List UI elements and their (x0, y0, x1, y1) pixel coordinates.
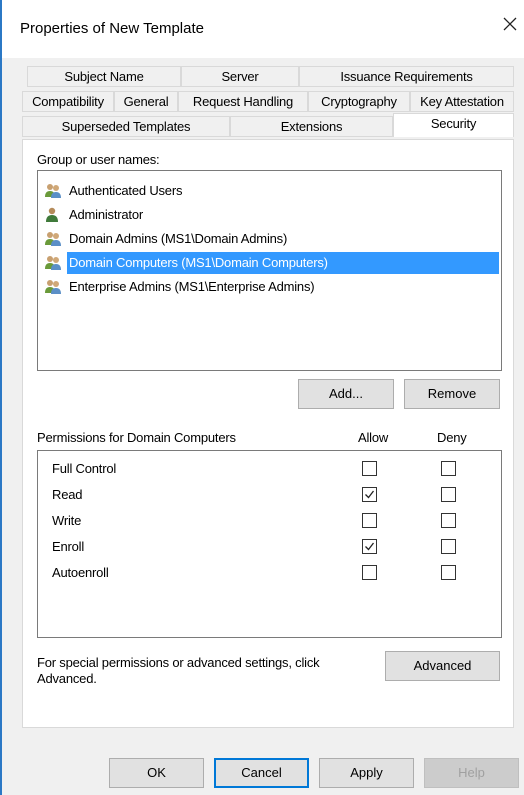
tab-superseded-templates[interactable]: Superseded Templates (22, 116, 230, 137)
permissions-list: Full Control Read Write Enroll Autoenrol… (37, 450, 502, 638)
title-bar: Properties of New Template (2, 0, 524, 58)
tab-issuance-requirements[interactable]: Issuance Requirements (299, 66, 514, 87)
checkmark-icon (365, 490, 375, 499)
permission-row: Read (38, 483, 501, 509)
advanced-hint-line1: For special permissions or advanced sett… (37, 655, 320, 670)
permission-row: Full Control (38, 457, 501, 483)
tab-request-handling[interactable]: Request Handling (178, 91, 308, 112)
user-name: Domain Admins (MS1\Domain Admins) (69, 231, 288, 246)
tab-key-attestation[interactable]: Key Attestation (410, 91, 514, 112)
permission-name: Read (52, 487, 83, 502)
list-item[interactable]: Administrator (44, 204, 501, 226)
permission-row: Autoenroll (38, 561, 501, 587)
user-name: Authenticated Users (69, 183, 183, 198)
deny-checkbox[interactable] (441, 487, 456, 502)
checkmark-icon (365, 542, 375, 551)
allow-checkbox[interactable] (362, 487, 377, 502)
user-name: Administrator (69, 207, 143, 222)
group-icon (44, 183, 62, 199)
tab-compatibility[interactable]: Compatibility (22, 91, 114, 112)
list-item[interactable]: Enterprise Admins (MS1\Enterprise Admins… (44, 276, 501, 298)
tab-security[interactable]: Security (393, 113, 514, 137)
list-item[interactable]: Authenticated Users (44, 180, 501, 202)
deny-column-header: Deny (437, 430, 467, 445)
remove-button[interactable]: Remove (404, 379, 500, 409)
deny-checkbox[interactable] (441, 461, 456, 476)
tab-server[interactable]: Server (181, 66, 299, 87)
group-icon (44, 255, 62, 271)
user-icon (44, 207, 62, 223)
allow-checkbox[interactable] (362, 565, 377, 580)
permissions-label: Permissions for Domain Computers (37, 430, 236, 445)
permission-name: Write (52, 513, 82, 528)
ok-button[interactable]: OK (109, 758, 204, 788)
permission-row: Write (38, 509, 501, 535)
permission-row: Enroll (38, 535, 501, 561)
apply-button[interactable]: Apply (319, 758, 414, 788)
permission-name: Enroll (52, 539, 85, 554)
allow-checkbox[interactable] (362, 461, 377, 476)
cancel-button[interactable]: Cancel (214, 758, 309, 788)
advanced-hint-line2: Advanced. (37, 671, 97, 686)
deny-checkbox[interactable] (441, 539, 456, 554)
group-icon (44, 279, 62, 295)
deny-checkbox[interactable] (441, 565, 456, 580)
window-title: Properties of New Template (20, 20, 204, 37)
tab-subject-name[interactable]: Subject Name (27, 66, 181, 87)
add-button[interactable]: Add... (298, 379, 394, 409)
tab-cryptography[interactable]: Cryptography (308, 91, 410, 112)
group-icon (44, 231, 62, 247)
user-name: Enterprise Admins (MS1\Enterprise Admins… (69, 279, 315, 294)
close-icon[interactable] (502, 16, 518, 32)
user-name: Domain Computers (MS1\Domain Computers) (67, 252, 499, 274)
tab-general[interactable]: General (114, 91, 178, 112)
allow-column-header: Allow (358, 430, 389, 445)
tab-extensions[interactable]: Extensions (230, 116, 393, 137)
list-item[interactable]: Domain Admins (MS1\Domain Admins) (44, 228, 501, 250)
permission-name: Full Control (52, 461, 117, 476)
user-listbox[interactable]: Authenticated Users Administrator Domain… (37, 170, 502, 371)
advanced-button[interactable]: Advanced (385, 651, 500, 681)
permission-name: Autoenroll (52, 565, 109, 580)
allow-checkbox[interactable] (362, 539, 377, 554)
allow-checkbox[interactable] (362, 513, 377, 528)
help-button[interactable]: Help (424, 758, 519, 788)
group-or-user-names-label: Group or user names: (37, 152, 160, 167)
deny-checkbox[interactable] (441, 513, 456, 528)
list-item-selected[interactable]: Domain Computers (MS1\Domain Computers) (44, 252, 501, 274)
